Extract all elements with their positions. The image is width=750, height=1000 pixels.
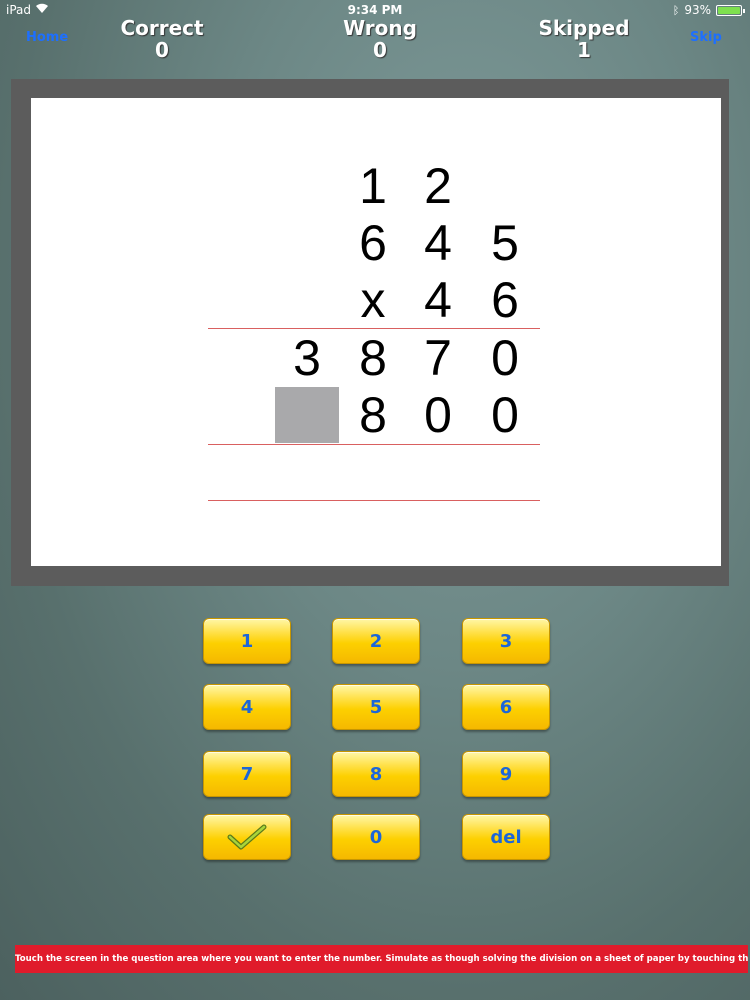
skipped-label: Skipped [538,16,630,40]
correct-value: 0 [155,38,169,62]
checkmark-icon [227,824,267,850]
answer-cell[interactable]: 0 [480,330,530,386]
rule-line [208,444,540,445]
multiplicand-digit: 4 [424,215,452,271]
home-button[interactable]: Home [26,30,68,45]
instruction-banner: Touch the screen in the question area wh… [15,945,748,973]
bluetooth-icon: ᛒ [672,3,680,17]
multiply-sign: x [360,272,386,328]
correct-score: Correct 0 [92,17,232,61]
key-7-button[interactable]: 7 [203,751,291,797]
wrong-label: Wrong [343,16,417,40]
wrong-value: 0 [373,38,387,62]
answer-cell[interactable]: 8 [348,330,398,386]
key-8-button[interactable]: 8 [332,751,420,797]
rule-line [208,328,540,329]
key-1-button[interactable]: 1 [203,618,291,664]
answer-cell[interactable]: 8 [348,387,398,443]
answer-cell[interactable]: 0 [413,387,463,443]
rule-line [208,500,540,501]
status-time: 9:34 PM [347,3,403,17]
multiplicand-digit: 6 [359,215,387,271]
correct-label: Correct [120,16,204,40]
skip-button[interactable]: Skip [690,30,722,45]
skipped-score: Skipped 1 [514,17,654,61]
key-5-button[interactable]: 5 [332,684,420,730]
key-6-button[interactable]: 6 [462,684,550,730]
key-9-button[interactable]: 9 [462,751,550,797]
carry-digit: 2 [424,158,452,214]
skipped-value: 1 [577,38,591,62]
battery-percent: 93% [684,3,711,17]
key-3-button[interactable]: 3 [462,618,550,664]
answer-cell[interactable]: 0 [480,387,530,443]
key-4-button[interactable]: 4 [203,684,291,730]
delete-button[interactable]: del [462,814,550,860]
question-area[interactable]: 1 2 6 4 5 x 4 6 3 8 7 0 8 0 0 [31,98,721,566]
key-0-button[interactable]: 0 [332,814,420,860]
answer-cell[interactable]: 7 [413,330,463,386]
submit-button[interactable] [203,814,291,860]
battery-icon [716,4,745,16]
carry-digit: 1 [359,158,387,214]
key-2-button[interactable]: 2 [332,618,420,664]
multiplier-digit: 6 [491,272,519,328]
multiplicand-digit: 5 [491,215,519,271]
selected-answer-cell[interactable] [275,387,339,443]
multiplier-digit: 4 [424,272,452,328]
answer-cell[interactable]: 3 [282,330,332,386]
status-right: ᛒ 93% [672,3,745,17]
wrong-score: Wrong 0 [310,17,450,61]
